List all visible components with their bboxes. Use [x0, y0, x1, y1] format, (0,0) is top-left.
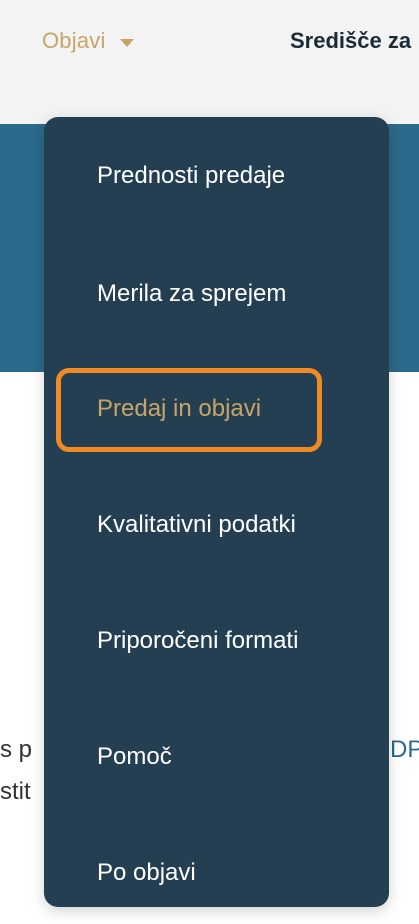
menu-item-po-objavi[interactable]: Po objavi [97, 859, 196, 887]
nav-item-objavi[interactable]: Objavi [42, 28, 134, 54]
menu-item-priporoceni-formati[interactable]: Priporočeni formati [97, 627, 298, 655]
body-text-fragment: stit [0, 778, 31, 805]
nav-item-sredisce[interactable]: Središče za [290, 28, 411, 54]
caret-down-icon [119, 38, 134, 47]
body-link-fragment[interactable]: DP [390, 736, 419, 764]
objavi-dropdown-menu: Prednosti predaje Merila za sprejem Pred… [44, 117, 389, 907]
menu-item-merila-za-sprejem[interactable]: Merila za sprejem [97, 280, 286, 308]
menu-item-pomoc[interactable]: Pomoč [97, 743, 172, 771]
top-navigation-bar: Objavi Središče za [0, 0, 419, 124]
menu-item-predaj-in-objavi[interactable]: Predaj in objavi [97, 395, 261, 423]
body-text-fragment: s p [0, 736, 33, 763]
nav-item-objavi-label: Objavi [42, 28, 106, 53]
menu-item-kvalitativni-podatki[interactable]: Kvalitativni podatki [97, 511, 296, 539]
menu-item-prednosti-predaje[interactable]: Prednosti predaje [97, 162, 285, 190]
